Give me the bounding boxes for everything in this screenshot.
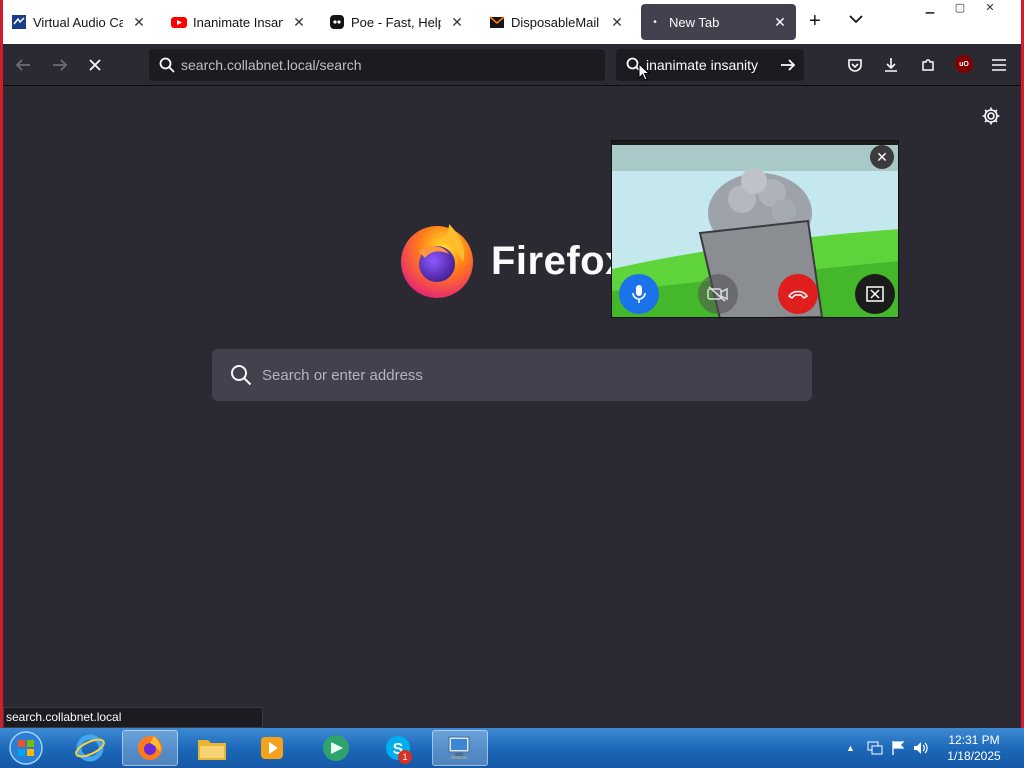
search-placeholder: Search or enter address — [262, 366, 423, 384]
tab-virtual-audio-cable[interactable]: Virtual Audio Cable ✕ — [5, 4, 155, 40]
search-go-arrow-icon[interactable] — [780, 58, 796, 72]
tab-disposable-mail[interactable]: DisposableMail | Di ✕ — [483, 4, 633, 40]
dot-icon: • — [653, 16, 657, 28]
new-tab-plus-icon[interactable]: + — [809, 10, 821, 33]
action-center-flag-icon[interactable] — [891, 740, 905, 756]
network-computer-icon[interactable] — [432, 730, 488, 766]
url-bar[interactable]: search.collabnet.local/search — [149, 49, 605, 81]
media-player-icon[interactable] — [244, 730, 300, 766]
search-query: inanimate insanity — [646, 57, 759, 73]
mouse-cursor-icon — [638, 63, 650, 81]
file-explorer-icon[interactable] — [184, 730, 240, 766]
new-tab-page: Firefox Search or enter address ✕ — [3, 86, 1021, 728]
tab-close-icon[interactable]: ✕ — [772, 14, 788, 31]
ublock-origin-icon[interactable]: uO — [955, 55, 973, 73]
tab-close-icon[interactable]: ✕ — [291, 14, 307, 31]
stop-loading-icon[interactable] — [85, 55, 105, 75]
tab-close-icon[interactable]: ✕ — [609, 14, 625, 31]
pocket-icon[interactable] — [845, 55, 865, 75]
tab-title: DisposableMail | Di — [511, 14, 601, 30]
forward-arrow-icon[interactable] — [50, 55, 70, 75]
url-search-icon — [159, 57, 175, 73]
status-bar-link: search.collabnet.local — [3, 707, 263, 728]
exit-fullscreen-icon[interactable] — [855, 274, 895, 314]
extensions-puzzle-icon[interactable] — [918, 55, 938, 75]
window-controls: ▁ ▢ ✕ — [915, 0, 1005, 18]
system-tray: ▲ — [846, 728, 929, 768]
vac-icon — [11, 14, 27, 30]
browser-window: Virtual Audio Cable ✕ Inanimate Insanity… — [3, 0, 1021, 728]
video-call-window[interactable]: ✕ — [611, 140, 899, 318]
microphone-icon[interactable] — [619, 274, 659, 314]
tab-poe[interactable]: Poe - Fast, Helpful ✕ — [323, 4, 473, 40]
back-arrow-icon[interactable] — [13, 55, 33, 75]
list-all-tabs-chevron-icon[interactable] — [849, 11, 863, 27]
video-close-icon[interactable]: ✕ — [870, 145, 894, 169]
window-close-icon[interactable]: ✕ — [975, 0, 1005, 16]
clock-time: 12:31 PM — [948, 733, 1000, 747]
hang-up-icon[interactable] — [778, 274, 818, 314]
skype-icon[interactable]: S 1 — [370, 730, 426, 766]
show-hidden-icons-icon[interactable]: ▲ — [846, 743, 855, 753]
clock[interactable]: 12:31 PM 1/18/2025 — [934, 732, 1014, 764]
tab-close-icon[interactable]: ✕ — [131, 14, 147, 31]
hamburger-menu-icon[interactable] — [989, 55, 1009, 75]
firefox-wordmark: Firefox — [491, 239, 628, 283]
start-orb-icon[interactable] — [0, 730, 52, 766]
windows-taskbar: S 1 ▲ 12:31 PM 1/18/2025 — [0, 728, 1024, 768]
poe-icon — [329, 14, 345, 30]
skype-notification-badge: 1 — [398, 750, 412, 764]
settings-gear-icon[interactable] — [981, 106, 1001, 131]
tab-inanimate-insanity[interactable]: Inanimate Insanity ✕ — [165, 4, 315, 40]
firefox-logo-icon — [397, 218, 477, 305]
tab-strip: Virtual Audio Cable ✕ Inanimate Insanity… — [3, 0, 1021, 44]
green-app-icon[interactable] — [308, 730, 364, 766]
mail-icon — [489, 14, 505, 30]
video-top-bar — [612, 141, 898, 145]
tab-title: New Tab — [669, 14, 720, 30]
youtube-icon — [171, 14, 187, 30]
firefox-taskbar-icon[interactable] — [122, 730, 178, 766]
nav-toolbar: search.collabnet.local/search inanimate … — [3, 44, 1021, 86]
firefox-branding: Firefox — [397, 218, 628, 305]
minimize-icon[interactable]: ▁ — [915, 0, 945, 16]
url-text: search.collabnet.local/search — [181, 57, 362, 73]
network-tray-icon[interactable] — [867, 740, 883, 756]
tab-close-icon[interactable]: ✕ — [449, 14, 465, 31]
maximize-icon[interactable]: ▢ — [945, 0, 975, 16]
tab-title: Poe - Fast, Helpful — [351, 14, 441, 30]
downloads-icon[interactable] — [881, 55, 901, 75]
new-tab-search-box[interactable]: Search or enter address — [212, 349, 812, 401]
tab-title: Virtual Audio Cable — [33, 14, 123, 30]
internet-explorer-icon[interactable] — [62, 730, 118, 766]
camera-off-icon[interactable] — [698, 274, 738, 314]
volume-icon[interactable] — [913, 740, 929, 756]
tab-title: Inanimate Insanity — [193, 14, 283, 30]
tab-new-tab[interactable]: • New Tab ✕ — [641, 4, 796, 40]
clock-date: 1/18/2025 — [947, 749, 1001, 763]
new-tab-search-icon — [230, 364, 252, 386]
